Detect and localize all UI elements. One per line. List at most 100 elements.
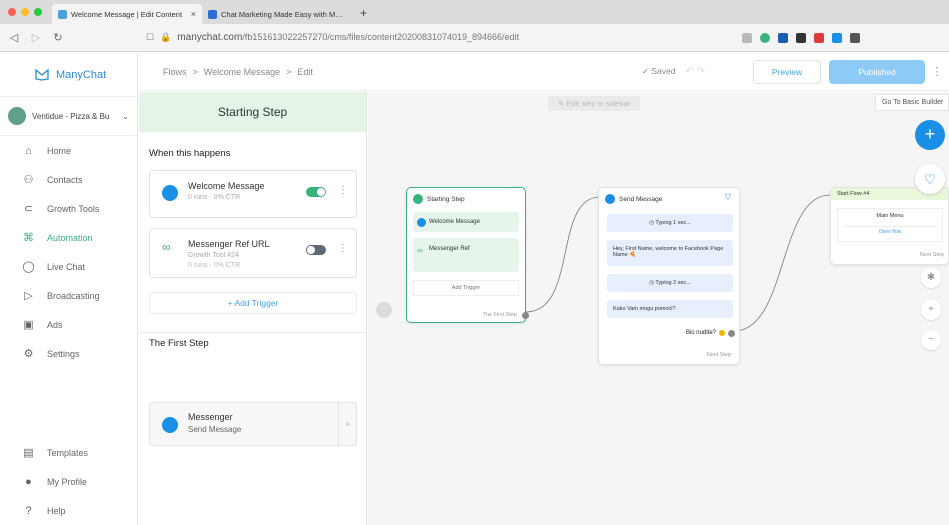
tab-title: Chat Marketing Made Easy with ManyChat <box>221 9 346 19</box>
nav-item-help[interactable]: ? Help <box>0 496 137 525</box>
nav-item-templates[interactable]: ▤ Templates <box>0 438 137 467</box>
add-trigger-button[interactable]: + Add Trigger <box>149 292 357 314</box>
url-field[interactable]: ☐ 🔒 manychat.com/fb151613022257270/cms/f… <box>146 28 706 48</box>
bookmark-icon[interactable]: ☐ <box>146 32 154 43</box>
extension-icon[interactable] <box>778 32 788 43</box>
node-trigger-row: Welcome Message <box>413 212 519 232</box>
message-text: Kako Vam mogu pomoći? <box>607 300 733 318</box>
trigger-name: Welcome Message <box>188 181 265 191</box>
crumb-flows[interactable]: Flows <box>163 67 187 77</box>
button-label: Bio nudite? <box>685 330 716 336</box>
extension-icon[interactable] <box>850 32 860 43</box>
extension-icon[interactable] <box>814 32 824 43</box>
open-flow-button[interactable]: Open flow <box>844 226 936 237</box>
nav-item-my-profile[interactable]: ● My Profile <box>0 467 137 496</box>
starting-step-node[interactable]: Starting Step Welcome Message ∞ Messenger… <box>406 187 529 323</box>
flow-name: Main Menu <box>876 213 904 219</box>
nav-item-contacts[interactable]: ⚇ Contacts <box>0 165 137 194</box>
manychat-favicon-icon <box>208 9 217 19</box>
automation-icon: ⌘ <box>23 232 34 244</box>
extension-icon[interactable] <box>832 32 842 43</box>
nav-item-growth-tools[interactable]: ⊂ Growth Tools <box>0 194 137 223</box>
page-selector[interactable]: Ventidue - Pizza & Bu ⌄ <box>0 97 137 136</box>
filter-icon[interactable]: ▽ <box>725 192 731 201</box>
trigger-welcome-message[interactable]: Welcome Message 0 runs · 0% CTR ⋮ <box>149 170 357 218</box>
help-icon: ? <box>25 504 32 517</box>
node-add-trigger[interactable]: Add Trigger <box>413 280 519 296</box>
flow-canvas[interactable]: ✎ Edit step in sidebar Go To Basic Build… <box>368 92 949 525</box>
extension-icon[interactable] <box>742 32 752 43</box>
crumb-flow-name[interactable]: Welcome Message <box>204 67 280 77</box>
close-tab-icon[interactable]: × <box>191 9 196 19</box>
preview-button[interactable]: Preview <box>753 59 821 84</box>
trigger-toggle[interactable] <box>306 245 326 255</box>
more-options-icon[interactable]: ⋮ <box>338 243 348 254</box>
nav-label: Automation <box>47 232 93 243</box>
url-host: manychat.com <box>177 32 243 43</box>
page-name: Ventidue - Pizza & Bu <box>32 111 110 121</box>
extension-icon[interactable] <box>796 32 806 43</box>
home-icon: ⌂ <box>25 144 32 157</box>
trigger-growth-tool: Growth Tool #24 <box>188 252 239 259</box>
nav-item-automation[interactable]: ⌘ Automation <box>0 223 137 252</box>
trigger-messenger-ref-url[interactable]: ∞ Messenger Ref URL Growth Tool #24 0 ru… <box>149 228 357 278</box>
more-options-icon[interactable]: ⋮ <box>931 65 943 78</box>
back-icon[interactable]: ◁ <box>6 31 22 44</box>
nav-item-ads[interactable]: ▣ Ads <box>0 310 137 339</box>
node-footer: Next Step <box>706 352 731 358</box>
manychat-logo[interactable]: ManyChat <box>0 53 137 97</box>
window-controls[interactable] <box>0 8 52 24</box>
emoji-icon <box>719 330 725 336</box>
manychat-logo-icon <box>35 68 49 81</box>
maximize-window-icon[interactable] <box>34 8 42 16</box>
nav-item-live-chat[interactable]: ◯ Live Chat <box>0 252 137 281</box>
chat-icon: ◯ <box>22 261 35 273</box>
node-header: Send Message <box>605 194 662 204</box>
trigger-toggle[interactable] <box>306 187 326 197</box>
crumb-edit: Edit <box>297 66 313 77</box>
send-message-node[interactable]: Send Message ▽ ◷ Typing 1 sec... Hey, Fi… <box>598 187 740 365</box>
heart-icon[interactable]: ♡ <box>915 164 945 194</box>
link-icon: ∞ <box>417 246 423 255</box>
node-trigger-label: Messenger Ref <box>429 246 470 252</box>
start-flow-node[interactable]: Start Flow #4 Main Menu Open flow Next S… <box>830 187 949 265</box>
connector-dot[interactable] <box>522 312 529 319</box>
remove-step-icon[interactable]: × <box>338 403 356 445</box>
zoom-out-icon[interactable]: − <box>921 330 941 350</box>
forward-icon[interactable]: ▷ <box>28 31 44 44</box>
typing-indicator: ◷ Typing 2 sec... <box>607 274 733 292</box>
browser-tab[interactable]: Chat Marketing Made Easy with ManyChat <box>202 4 352 24</box>
browser-tab-active[interactable]: Welcome Message | Edit Content × <box>52 4 202 24</box>
reload-icon[interactable]: ↻ <box>50 31 66 44</box>
minimize-window-icon[interactable] <box>21 8 29 16</box>
connector-dot[interactable] <box>728 330 735 337</box>
message-text: Hey, First Name, welcome to Facebook Pag… <box>607 240 733 266</box>
add-step-button[interactable]: + <box>915 120 945 150</box>
nav-label: Contacts <box>47 174 83 185</box>
left-nav: ManyChat Ventidue - Pizza & Bu ⌄ ⌂ Home ⚇… <box>0 53 138 525</box>
message-button[interactable]: Bio nudite? <box>686 330 725 336</box>
magic-wand-icon[interactable]: ✱ <box>921 268 941 288</box>
breadcrumb: Flows > Welcome Message > Edit <box>139 67 313 77</box>
zoom-in-icon[interactable]: + <box>921 300 941 320</box>
new-tab-button[interactable]: + <box>352 6 375 24</box>
typing-indicator: ◷ Typing 1 sec... <box>607 214 733 232</box>
chevron-down-icon: ⌄ <box>122 111 129 121</box>
first-step-card[interactable]: Messenger Send Message × <box>149 402 357 446</box>
extension-icon[interactable] <box>760 32 770 43</box>
undo-redo-icon[interactable]: ↶ ↷ <box>685 66 705 77</box>
gear-icon: ⚙ <box>23 348 34 360</box>
extension-icons <box>742 32 860 43</box>
published-button[interactable]: Published <box>829 59 925 84</box>
close-window-icon[interactable] <box>8 8 16 16</box>
nav-label: Settings <box>47 348 80 359</box>
nav-label: My Profile <box>47 476 88 487</box>
typing-label: Typing 1 sec... <box>655 220 691 226</box>
divider <box>139 332 367 333</box>
more-options-icon[interactable]: ⋮ <box>338 185 348 196</box>
nav-item-broadcasting[interactable]: ▷ Broadcasting <box>0 281 137 310</box>
first-step-title: The First Step <box>149 338 209 349</box>
crumb-separator: > <box>286 66 292 77</box>
nav-item-settings[interactable]: ⚙ Settings <box>0 339 137 368</box>
nav-item-home[interactable]: ⌂ Home <box>0 136 137 165</box>
